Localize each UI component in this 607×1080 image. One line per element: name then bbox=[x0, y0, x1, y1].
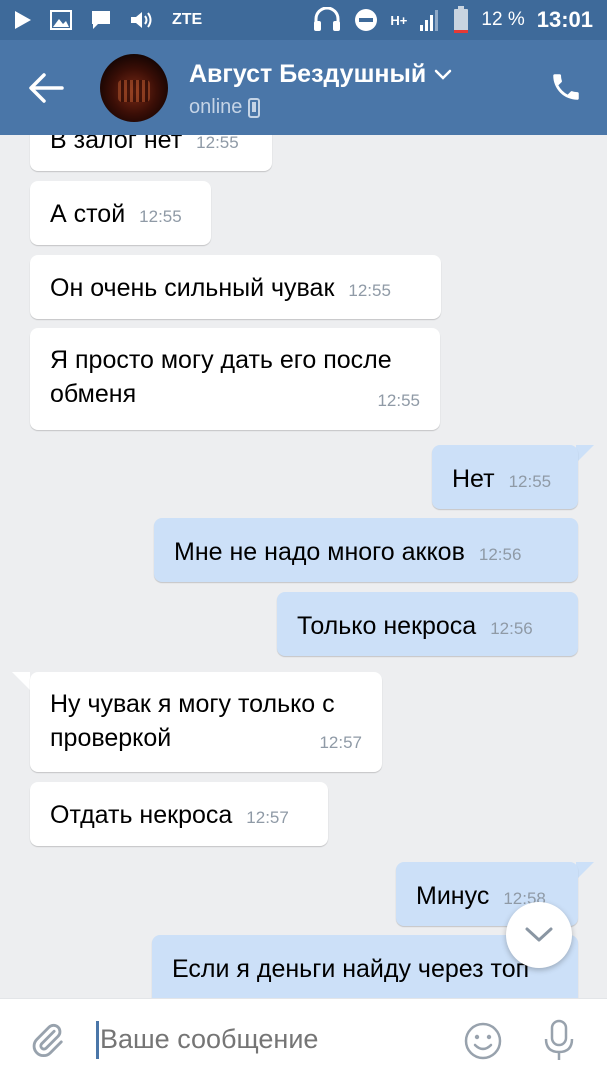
online-status-label: online bbox=[189, 96, 243, 118]
bubble-tail bbox=[576, 862, 594, 880]
dnd-icon bbox=[355, 9, 378, 31]
message-time: 12:57 bbox=[319, 733, 362, 752]
message-text: Мне не надо много акков bbox=[174, 538, 465, 566]
avatar[interactable] bbox=[100, 54, 168, 122]
message-list[interactable]: В залог нет 12:55 А стой 12:55 Он очень си… bbox=[0, 135, 607, 998]
message-time: 12:55 bbox=[196, 135, 239, 152]
message-text: Я просто могу дать его после обменя bbox=[50, 346, 392, 408]
message-text: В залог нет bbox=[50, 135, 183, 154]
message-outgoing[interactable]: Нет 12:55 bbox=[432, 445, 578, 509]
volume-icon bbox=[131, 12, 152, 28]
message-time: 12:55 bbox=[139, 207, 182, 226]
chat-header: Август Бездушный online bbox=[0, 40, 607, 135]
carrier-label: ZTE bbox=[172, 11, 203, 28]
message-text: Минус bbox=[416, 882, 490, 910]
signal-icon bbox=[420, 10, 439, 31]
message-incoming[interactable]: Я просто могу дать его после обменя 12:5… bbox=[30, 328, 440, 430]
message-time: 12:57 bbox=[246, 808, 289, 827]
contact-status: online bbox=[189, 96, 261, 119]
mobile-icon bbox=[248, 97, 261, 118]
message-input[interactable] bbox=[100, 1024, 440, 1055]
clock: 13:01 bbox=[536, 7, 593, 32]
headset-icon bbox=[314, 7, 341, 31]
message-text: Нет bbox=[452, 465, 495, 493]
text-cursor bbox=[96, 1021, 99, 1059]
paperclip-icon[interactable] bbox=[28, 1021, 66, 1059]
message-incoming[interactable]: В залог нет 12:55 bbox=[30, 135, 272, 171]
message-icon bbox=[92, 11, 110, 29]
contact-name[interactable]: Август Бездушный bbox=[189, 60, 452, 89]
contact-name-label: Август Бездушный bbox=[189, 60, 427, 88]
message-time: 12:55 bbox=[348, 281, 391, 300]
bubble-tail bbox=[12, 672, 30, 690]
message-text: А стой bbox=[50, 200, 126, 228]
battery-percent: 12 % bbox=[481, 9, 525, 30]
message-incoming[interactable]: Он очень сильный чувак 12:55 bbox=[30, 255, 441, 319]
message-time: 12:56 bbox=[478, 545, 522, 564]
play-icon bbox=[15, 11, 31, 29]
message-text: Если я деньги найду через топ bbox=[172, 955, 530, 983]
message-text: Он очень сильный чувак bbox=[50, 274, 335, 302]
message-time: 12:55 bbox=[508, 472, 552, 491]
phone-icon[interactable] bbox=[549, 70, 583, 104]
microphone-icon[interactable] bbox=[541, 1019, 577, 1063]
emoji-icon[interactable] bbox=[463, 1021, 503, 1061]
bubble-tail bbox=[576, 445, 594, 463]
battery-icon bbox=[454, 6, 469, 33]
message-incoming[interactable]: Отдать некроса 12:57 bbox=[30, 782, 328, 846]
status-bar-system: H+ 12 % 13:01 bbox=[312, 0, 593, 40]
message-outgoing[interactable]: Мне не надо много акков 12:56 bbox=[154, 518, 578, 582]
status-bar: ZTE H+ 12 % 13:01 bbox=[0, 0, 607, 40]
message-text: Отдать некроса bbox=[50, 801, 233, 829]
message-outgoing[interactable]: Только некроса 12:56 bbox=[277, 592, 578, 656]
message-text: Ну чувак я могу только с проверкой bbox=[50, 690, 335, 752]
status-bar-notifications: ZTE bbox=[14, 0, 202, 40]
network-type-label: H+ bbox=[390, 12, 408, 28]
scroll-to-bottom-button[interactable] bbox=[506, 902, 572, 968]
image-icon bbox=[50, 10, 72, 30]
message-incoming[interactable]: Ну чувак я могу только с проверкой 12:57 bbox=[30, 672, 382, 772]
back-arrow-icon[interactable] bbox=[26, 70, 66, 106]
message-incoming[interactable]: А стой 12:55 bbox=[30, 181, 211, 245]
message-time: 12:55 bbox=[377, 391, 420, 410]
message-time: 12:56 bbox=[490, 619, 533, 638]
chevron-down-icon[interactable] bbox=[434, 69, 452, 81]
chevron-down-icon bbox=[525, 927, 553, 942]
message-text: Только некроса bbox=[297, 612, 477, 640]
message-composer bbox=[0, 998, 607, 1080]
